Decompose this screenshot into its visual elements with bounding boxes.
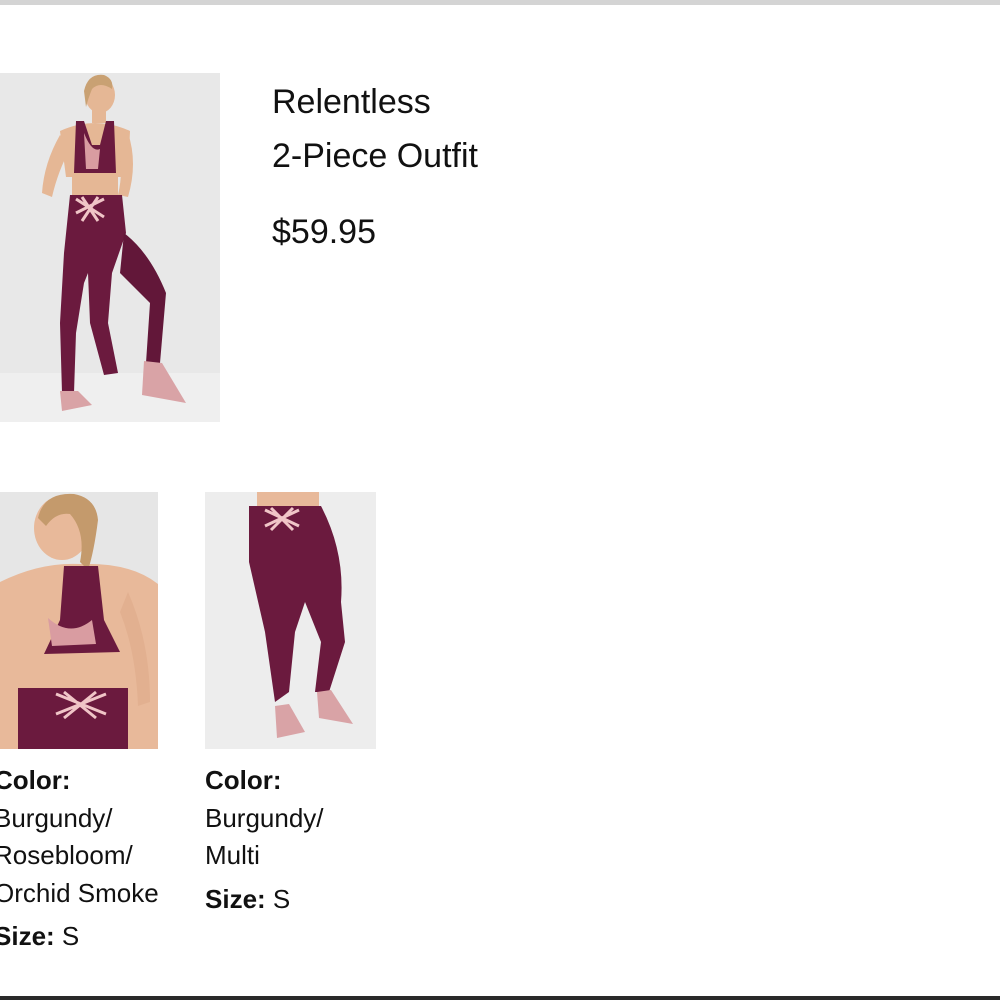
color-label: Color:: [0, 765, 71, 795]
color-value-line-1: Burgundy/: [0, 802, 113, 833]
product-main-image[interactable]: [0, 73, 220, 422]
item-image-sports-bra[interactable]: [0, 492, 158, 749]
color-value-line-1: Burgundy/: [205, 802, 324, 833]
size-value: S: [54, 921, 80, 951]
item-image-leggings[interactable]: [205, 492, 376, 749]
top-divider: [0, 0, 1000, 5]
size-label: Size:: [205, 883, 266, 914]
bottom-divider: [0, 996, 1000, 1000]
product-title-line-2[interactable]: 2-Piece Outfit: [272, 136, 478, 176]
order-item-page: Relentless 2-Piece Outfit $59.95 Color: …: [0, 0, 1000, 1000]
color-value-line-2: Rosebloom/: [0, 840, 133, 870]
item-details-sports-bra: Color: Burgundy/ Rosebloom/ Orchid Smoke…: [0, 762, 194, 956]
color-value-line-2: Multi: [205, 840, 260, 870]
color-label: Color:: [205, 765, 282, 795]
item-details-leggings: Color: Burgundy/ Multi Size: S: [205, 762, 405, 918]
color-value-line-3: Orchid Smoke: [0, 877, 159, 908]
size-label: Size:: [0, 921, 55, 951]
size-row: Size: S: [205, 881, 405, 919]
size-value: S: [265, 883, 291, 914]
size-row: Size: S: [0, 918, 194, 956]
product-title-line-1[interactable]: Relentless: [272, 82, 431, 122]
product-price: $59.95: [272, 213, 376, 251]
